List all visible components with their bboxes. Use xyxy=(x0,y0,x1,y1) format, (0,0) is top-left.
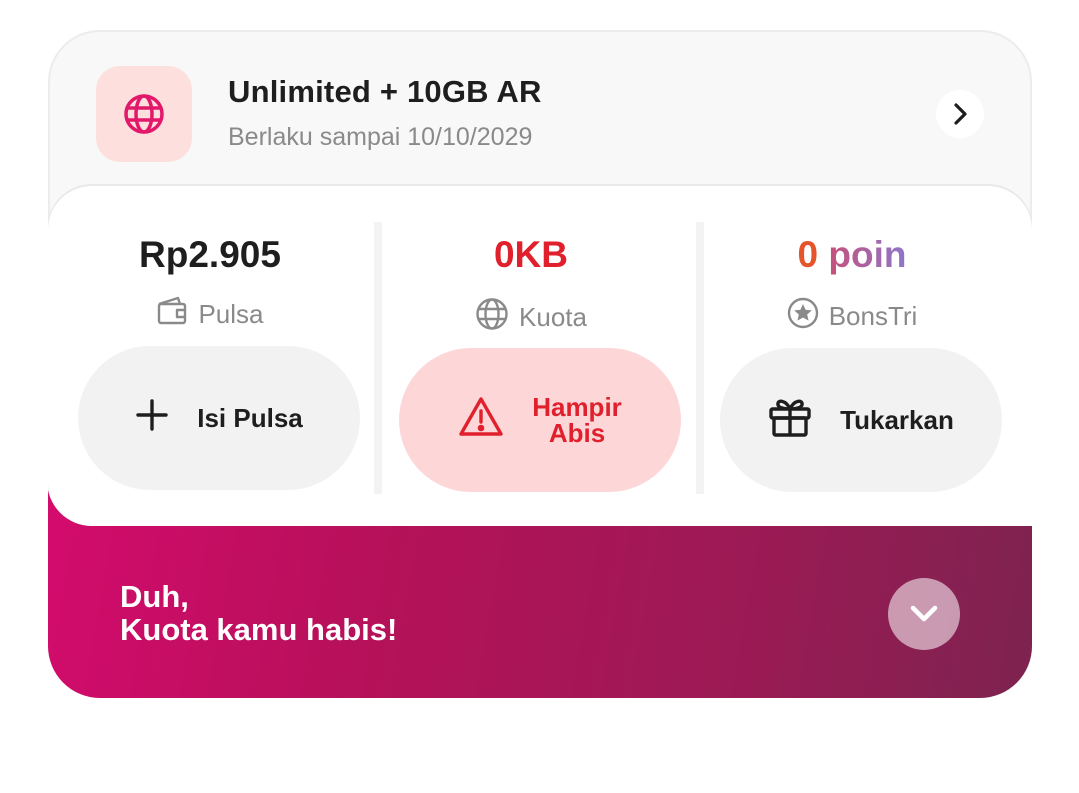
pulsa-label-row: Pulsa xyxy=(60,296,360,333)
hampir-abis-label: Hampir Abis xyxy=(532,394,622,446)
pulsa-column: Rp2.905 Pulsa Isi Pulsa xyxy=(60,186,360,526)
hampir-abis-line1: Hampir xyxy=(532,392,622,422)
package-card: Unlimited + 10GB AR Berlaku sampai 10/10… xyxy=(48,30,1032,698)
globe-icon xyxy=(475,297,509,338)
bonstri-points-unit: poin xyxy=(828,234,907,275)
tukarkan-button[interactable]: Tukarkan xyxy=(720,348,1002,492)
chevron-right-icon[interactable] xyxy=(936,90,984,138)
tukarkan-label: Tukarkan xyxy=(840,404,954,435)
wallet-icon xyxy=(156,296,188,333)
plus-icon xyxy=(135,398,169,439)
bonstri-points-number: 0 xyxy=(797,234,819,275)
bonstri-points: 0 poin xyxy=(702,234,1002,276)
kuota-balance: 0KB xyxy=(493,234,569,275)
kuota-label-row: Kuota xyxy=(381,297,681,338)
chevron-down-icon[interactable] xyxy=(888,578,960,650)
plan-validity: Berlaku sampai 10/10/2029 xyxy=(228,123,533,151)
hampir-abis-button[interactable]: Hampir Abis xyxy=(399,348,681,492)
star-badge-icon xyxy=(787,297,819,336)
globe-icon xyxy=(96,66,192,162)
pulsa-balance: Rp2.905 xyxy=(139,234,281,275)
warning-icon xyxy=(458,396,504,445)
bonstri-label: BonsTri xyxy=(828,301,918,331)
bonstri-label-row: BonsTri xyxy=(702,297,1002,336)
pulsa-label: Pulsa xyxy=(198,299,264,329)
banner-message: Duh, Kuota kamu habis! xyxy=(120,580,397,646)
kuota-column: 0KB Kuota Hampir Abis xyxy=(381,186,681,526)
balances-panel: Rp2.905 Pulsa Isi Pulsa 0KB Kuota Hampir… xyxy=(48,186,1032,526)
isi-pulsa-label: Isi Pulsa xyxy=(197,402,303,433)
plan-title: Unlimited + 10GB AR xyxy=(228,74,542,109)
package-header[interactable]: Unlimited + 10GB AR Berlaku sampai 10/10… xyxy=(48,30,1032,190)
banner-line2: Kuota kamu habis! xyxy=(120,612,398,647)
kuota-label: Kuota xyxy=(519,302,587,332)
bonstri-column: 0 poin BonsTri Tukarkan xyxy=(702,186,1002,526)
gift-icon xyxy=(768,396,812,445)
hampir-abis-line2: Abis xyxy=(548,418,606,448)
banner-line1: Duh, xyxy=(120,579,189,614)
isi-pulsa-button[interactable]: Isi Pulsa xyxy=(78,346,360,490)
